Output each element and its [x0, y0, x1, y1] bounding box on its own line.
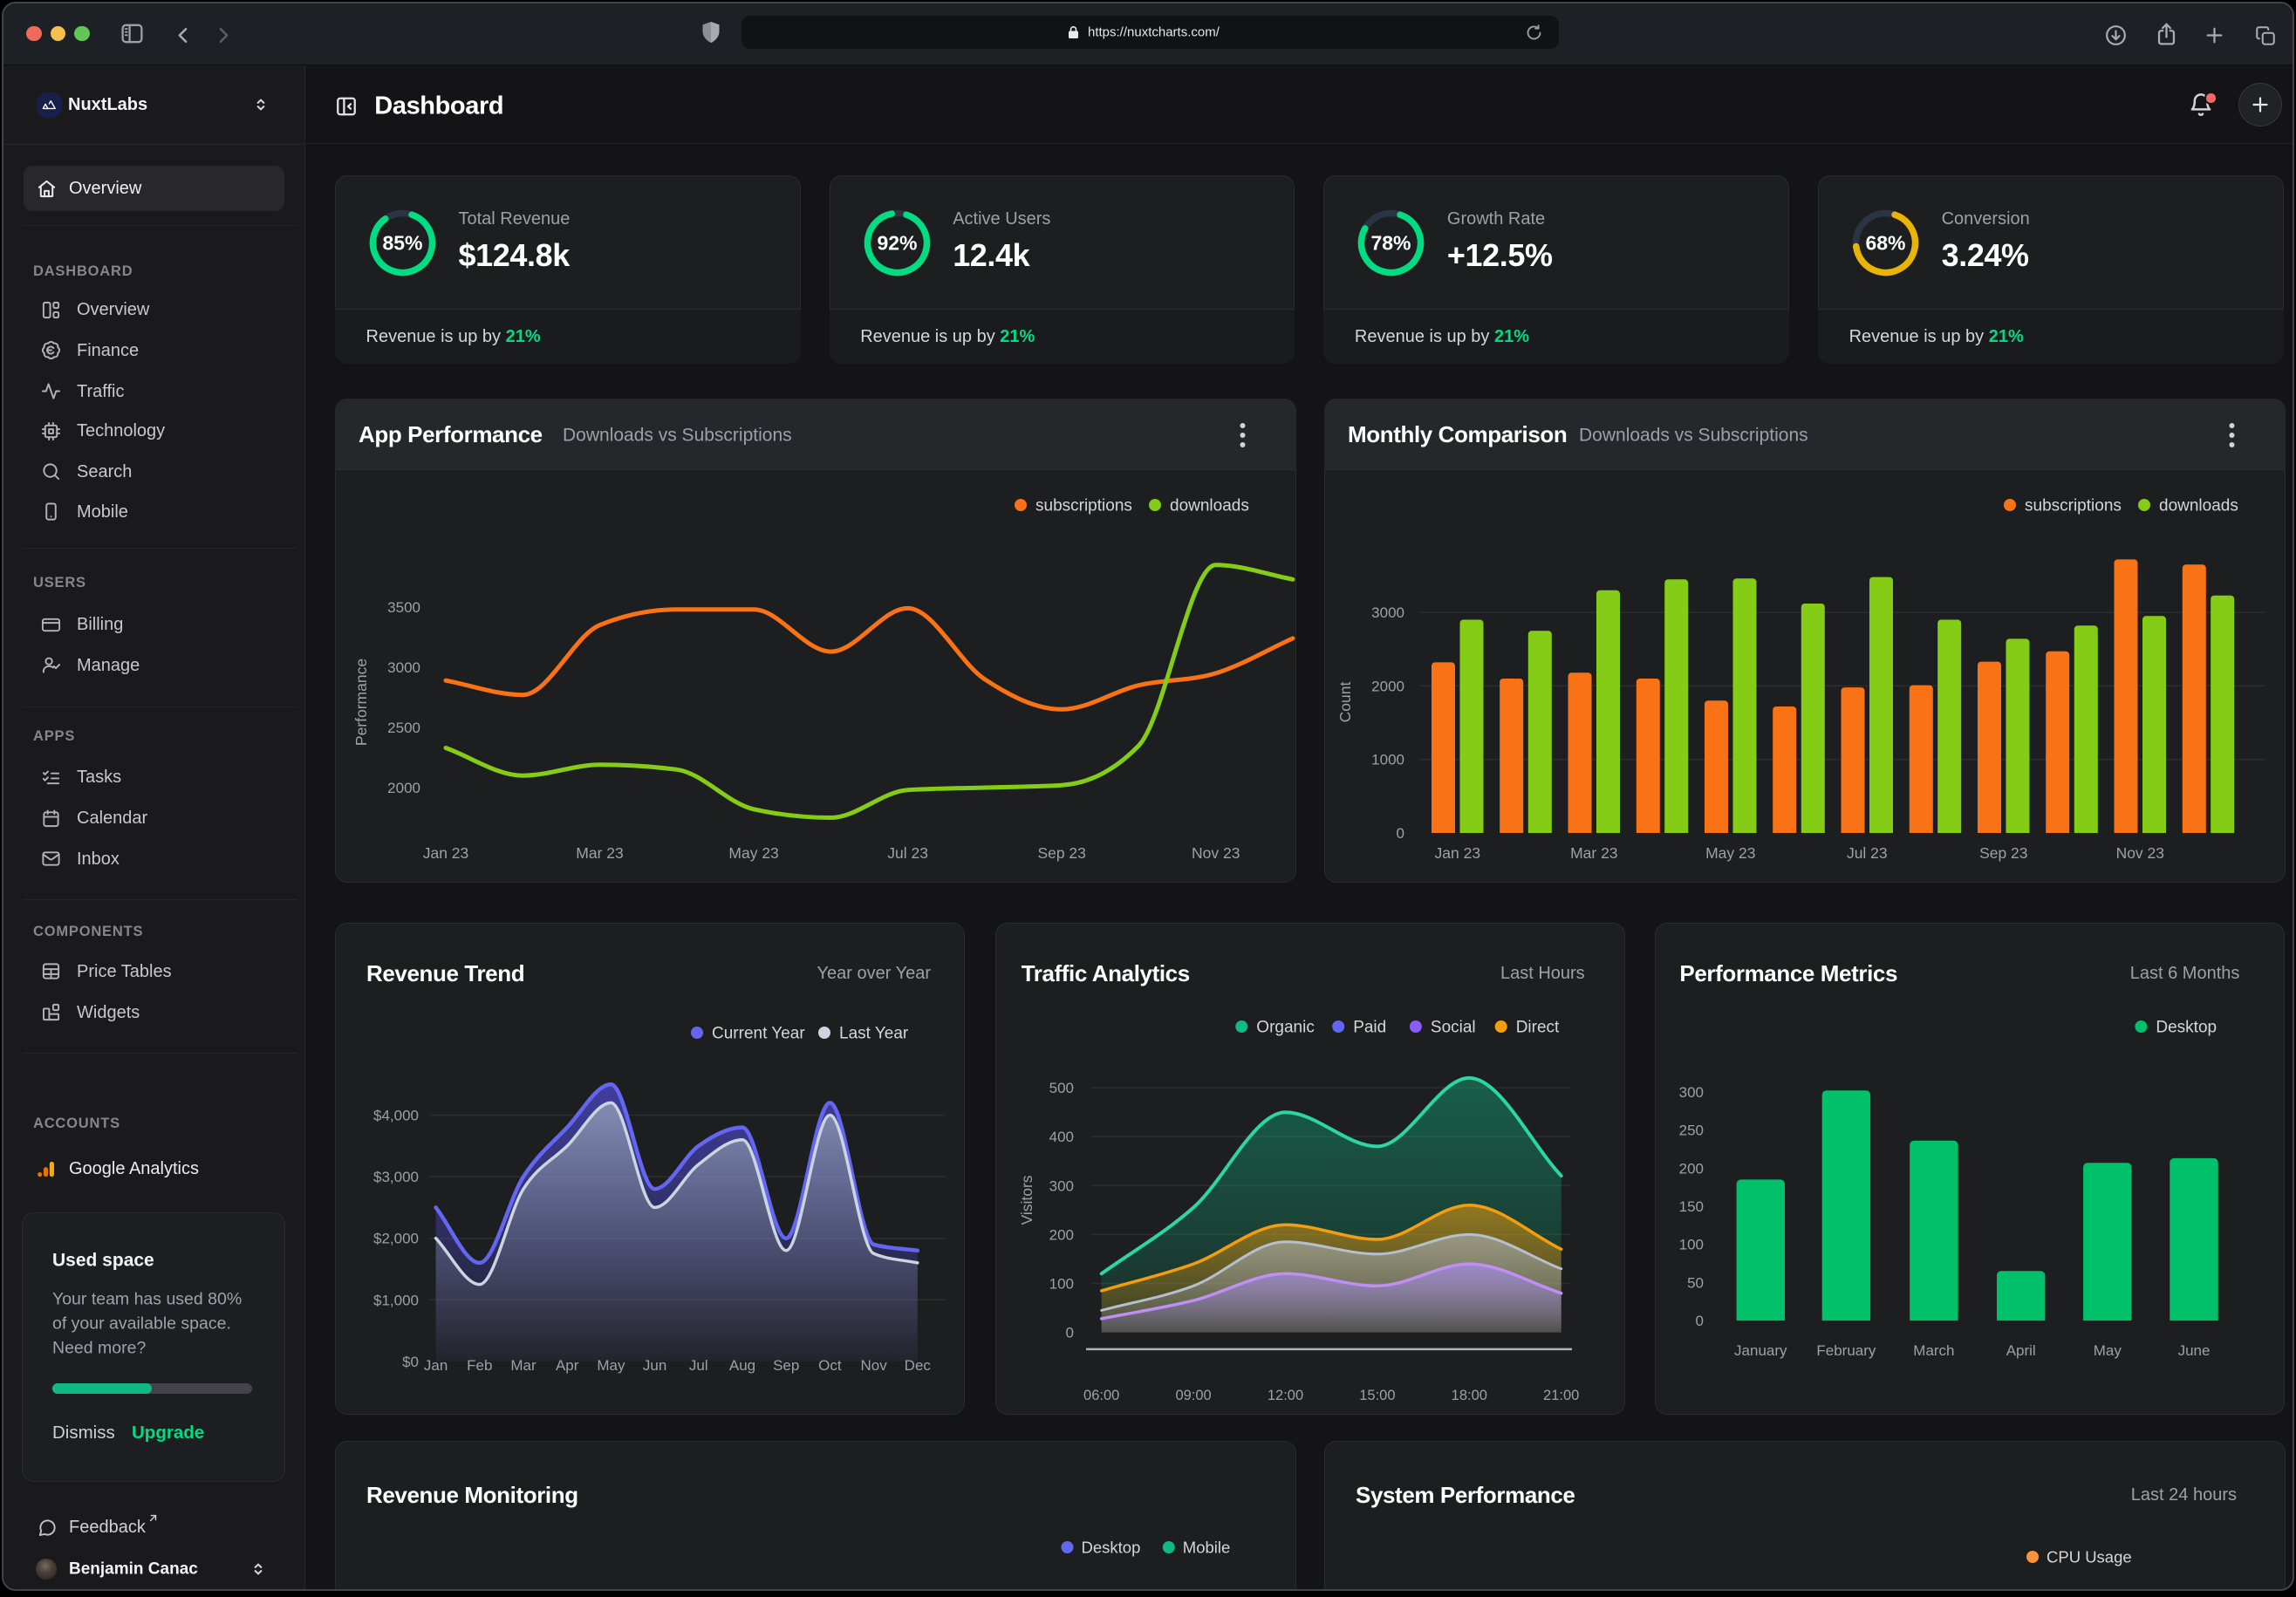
svg-text:300: 300	[1679, 1084, 1704, 1101]
svg-text:Jan 23: Jan 23	[1435, 844, 1481, 862]
svg-text:Paid: Paid	[1353, 1019, 1386, 1037]
svg-text:300: 300	[1049, 1177, 1073, 1194]
svg-text:Jul 23: Jul 23	[1847, 844, 1888, 862]
svg-text:Sep 23: Sep 23	[1037, 844, 1085, 862]
svg-text:200: 200	[1049, 1226, 1073, 1243]
svg-text:Mar 23: Mar 23	[1570, 844, 1617, 862]
svg-text:400: 400	[1049, 1129, 1073, 1145]
svg-text:February: February	[1817, 1342, 1877, 1359]
svg-text:March: March	[1914, 1342, 1955, 1359]
svg-text:downloads: downloads	[1170, 497, 1249, 515]
svg-text:12:00: 12:00	[1268, 1388, 1303, 1403]
svg-text:Feb: Feb	[467, 1357, 492, 1374]
svg-text:78%: 78%	[1371, 231, 1411, 254]
svg-text:Jun: Jun	[643, 1357, 666, 1374]
svg-text:Dec: Dec	[905, 1357, 932, 1374]
svg-text:500: 500	[1049, 1080, 1073, 1096]
svg-text:2000: 2000	[387, 780, 420, 796]
svg-text:Visitors: Visitors	[1018, 1175, 1035, 1225]
svg-text:18:00: 18:00	[1451, 1388, 1486, 1403]
svg-text:Nov 23: Nov 23	[1192, 844, 1240, 862]
svg-text:May: May	[2094, 1342, 2122, 1359]
svg-text:3000: 3000	[1371, 604, 1404, 621]
svg-text:3500: 3500	[387, 599, 420, 616]
svg-text:09:00: 09:00	[1175, 1388, 1211, 1403]
svg-text:Organic: Organic	[1256, 1019, 1315, 1037]
svg-text:$4,000: $4,000	[373, 1108, 419, 1124]
svg-text:$3,000: $3,000	[373, 1169, 419, 1185]
svg-text:Aug: Aug	[729, 1357, 755, 1374]
svg-text:92%: 92%	[877, 231, 917, 254]
svg-text:Mar: Mar	[510, 1357, 536, 1374]
svg-text:Count: Count	[1336, 682, 1354, 723]
svg-text:68%: 68%	[1866, 231, 1906, 254]
svg-text:Nov 23: Nov 23	[2116, 844, 2164, 862]
svg-text:CPU Usage: CPU Usage	[2047, 1548, 2132, 1566]
svg-text:1000: 1000	[1371, 752, 1404, 768]
svg-text:Apr: Apr	[556, 1357, 579, 1374]
svg-text:downloads: downloads	[2159, 497, 2238, 515]
svg-text:2000: 2000	[1371, 678, 1404, 694]
svg-text:100: 100	[1049, 1276, 1073, 1293]
svg-text:Social: Social	[1431, 1019, 1476, 1037]
svg-text:May 23: May 23	[1705, 844, 1755, 862]
svg-text:Oct: Oct	[818, 1357, 842, 1374]
svg-text:21:00: 21:00	[1543, 1388, 1579, 1403]
svg-text:Mar 23: Mar 23	[576, 844, 623, 862]
svg-text:$2,000: $2,000	[373, 1231, 419, 1247]
svg-text:Direct: Direct	[1515, 1019, 1559, 1037]
svg-text:50: 50	[1687, 1274, 1704, 1291]
svg-text:Mobile: Mobile	[1183, 1539, 1231, 1557]
svg-text:Sep 23: Sep 23	[1979, 844, 2027, 862]
svg-text:Performance: Performance	[352, 659, 370, 746]
svg-text:Nov: Nov	[860, 1357, 887, 1374]
svg-text:Desktop: Desktop	[1082, 1539, 1141, 1557]
svg-text:Jan 23: Jan 23	[423, 844, 469, 862]
svg-text:3000: 3000	[387, 659, 420, 676]
svg-text:Jul 23: Jul 23	[887, 844, 928, 862]
svg-text:2500: 2500	[387, 720, 420, 736]
svg-text:$0: $0	[402, 1354, 419, 1370]
svg-text:85%: 85%	[382, 231, 422, 254]
svg-text:100: 100	[1679, 1237, 1704, 1253]
svg-text:May 23: May 23	[728, 844, 778, 862]
svg-text:Jul: Jul	[689, 1357, 708, 1374]
svg-text:150: 150	[1679, 1198, 1704, 1215]
svg-text:subscriptions: subscriptions	[2025, 497, 2122, 515]
svg-text:June: June	[2178, 1342, 2211, 1359]
svg-text:200: 200	[1679, 1160, 1704, 1177]
svg-text:Jan: Jan	[424, 1357, 448, 1374]
svg-text:April: April	[2006, 1342, 2036, 1359]
svg-text:Current Year: Current Year	[712, 1025, 805, 1043]
svg-text:Sep: Sep	[773, 1357, 799, 1374]
svg-text:0: 0	[1065, 1325, 1073, 1341]
svg-text:Last Year: Last Year	[839, 1025, 909, 1043]
svg-text:15:00: 15:00	[1359, 1388, 1395, 1403]
svg-text:$1,000: $1,000	[373, 1292, 419, 1308]
svg-text:250: 250	[1679, 1123, 1704, 1139]
svg-text:subscriptions: subscriptions	[1035, 497, 1132, 515]
svg-text:May: May	[597, 1357, 625, 1374]
svg-text:January: January	[1734, 1342, 1787, 1359]
svg-text:06:00: 06:00	[1083, 1388, 1119, 1403]
svg-text:Desktop: Desktop	[2156, 1019, 2217, 1037]
svg-text:0: 0	[1696, 1313, 1704, 1329]
svg-text:0: 0	[1397, 825, 1404, 842]
